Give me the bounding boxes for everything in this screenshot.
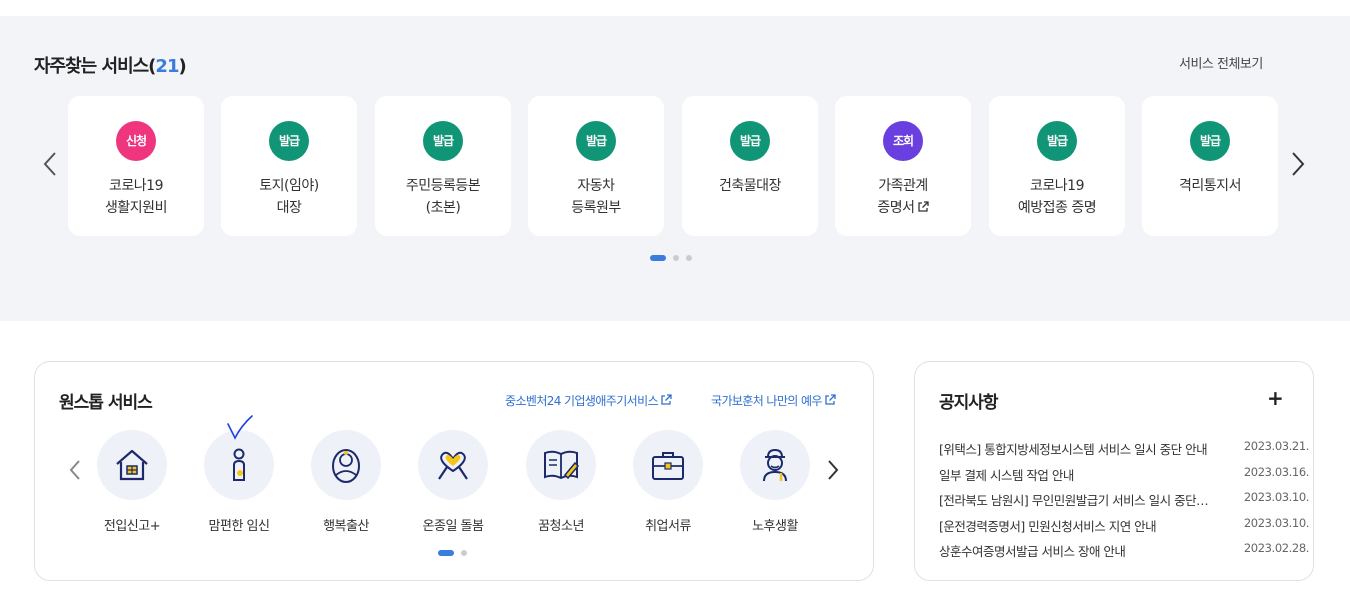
top-strip [0, 0, 1350, 16]
pagination-dot[interactable] [438, 550, 454, 556]
notice-list: [위택스] 통합지방세정보시스템 서비스 일시 중단 안내 2023.03.21.… [939, 439, 1309, 567]
onestop-icon-circle [526, 430, 596, 500]
notice-item[interactable]: 상훈수여증명서발급 서비스 장애 안내 2023.02.28. [939, 541, 1309, 567]
heart-ribbon-icon [438, 451, 468, 480]
notice-item-title: 일부 결제 시스템 작업 안내 [939, 467, 1074, 483]
onestop-item-move-in[interactable]: 전입신고+ [87, 430, 177, 534]
onestop-title: 원스톱 서비스 [59, 393, 153, 413]
pagination-dot[interactable] [650, 255, 666, 261]
onestop-item-youth[interactable]: 꿈청소년 [516, 430, 606, 534]
onestop-icon-circle [311, 430, 381, 500]
frequent-service-card[interactable]: 발급코로나19 예방접종 증명 [989, 96, 1125, 236]
notice-item[interactable]: [위택스] 통합지방세정보시스템 서비스 일시 중단 안내 2023.03.21. [939, 439, 1309, 465]
frequent-service-card[interactable]: 발급자동차 등록원부 [528, 96, 664, 236]
notice-item[interactable]: [전라북도 남원시] 무인민원발급기 서비스 일시 중단 안내 2023.03.1… [939, 490, 1309, 516]
onestop-next-button[interactable] [823, 455, 843, 485]
external-link-icon [661, 394, 672, 405]
notice-item[interactable]: [운전경력증명서] 민원신청서비스 지연 안내 2023.03.10. [939, 516, 1309, 542]
pagination-dot[interactable] [461, 550, 467, 556]
onestop-icon-circle [97, 430, 167, 500]
onestop-pagination [438, 550, 467, 556]
onestop-icon-circle [418, 430, 488, 500]
service-type-badge: 조회 [883, 121, 923, 161]
notice-item-date: 2023.03.16. [1243, 464, 1310, 479]
notice-item-title: [운전경력증명서] 민원신청서비스 지연 안내 [939, 518, 1157, 534]
notice-item-title: [위택스] 통합지방세정보시스템 서비스 일시 중단 안내 [939, 442, 1208, 457]
service-card-label: 가족관계 증명서 [877, 178, 929, 216]
elder-icon [763, 448, 787, 482]
view-all-services-link[interactable]: 서비스 전체보기 [1179, 53, 1263, 72]
onestop-icon-circle [633, 430, 703, 500]
onestop-item-job-docs[interactable]: 취업서류 [623, 430, 713, 534]
checkmark-annotation-icon [227, 415, 253, 440]
onestop-icon-circle [740, 430, 810, 500]
baby-icon [332, 449, 360, 483]
onestop-item-label: 꿈청소년 [538, 519, 584, 534]
chevron-right-icon [828, 460, 839, 480]
onestop-item-pregnancy[interactable]: 맘편한 임신 [194, 430, 284, 534]
frequent-service-card[interactable]: 신청코로나19 생활지원비 [68, 96, 204, 236]
notice-item-date: 2023.03.10. [1243, 515, 1310, 530]
external-link-icon [917, 201, 929, 212]
onestop-link-veterans[interactable]: 국가보훈처 나만의 예우 [711, 392, 836, 409]
notice-panel: 공지사항 + [위택스] 통합지방세정보시스템 서비스 일시 중단 안내 2023… [914, 361, 1314, 581]
onestop-item-label: 맘편한 임신 [208, 519, 270, 534]
onestop-item-label: 전입신고+ [103, 519, 161, 534]
service-card-label: 코로나19 예방접종 증명 [1017, 178, 1097, 216]
service-card-label: 자동차 등록원부 [571, 178, 621, 216]
onestop-item-elderly[interactable]: 노후생활 [730, 430, 820, 534]
service-type-badge: 발급 [576, 121, 616, 161]
service-card-label: 토지(임야) 대장 [259, 178, 319, 216]
service-card-label: 코로나19 생활지원비 [105, 178, 167, 216]
chevron-left-icon [69, 460, 80, 480]
notice-item-date: 2023.03.10. [1243, 490, 1310, 504]
onestop-item-birth[interactable]: 행복출산 [301, 430, 391, 534]
onestop-item-label: 행복출산 [323, 519, 369, 534]
briefcase-icon [652, 452, 684, 480]
notice-item-date: 2023.02.28. [1243, 541, 1310, 555]
notice-item-title: 상훈수여증명서발급 서비스 장애 안내 [939, 544, 1126, 559]
frequent-services-title: 자주찾는 서비스(21) [34, 56, 187, 77]
onestop-prev-button[interactable] [65, 455, 85, 485]
service-card-label: 주민등록등본 (초본) [405, 178, 481, 216]
frequent-service-card[interactable]: 발급격리통지서 [1142, 96, 1278, 236]
frequent-service-card[interactable]: 발급주민등록등본 (초본) [375, 96, 511, 236]
onestop-item-label: 노후생활 [752, 519, 798, 534]
service-type-badge: 발급 [1037, 121, 1077, 161]
service-type-badge: 발급 [730, 121, 770, 161]
book-pen-icon [544, 450, 580, 480]
frequent-pagination [650, 255, 692, 261]
onestop-item-label: 온종일 돌봄 [422, 519, 484, 534]
external-link-icon [825, 394, 836, 405]
chevron-left-icon [43, 152, 56, 176]
notice-more-button[interactable]: + [1267, 386, 1284, 410]
chevron-right-icon [1292, 152, 1305, 176]
service-card-label: 건축물대장 [719, 178, 781, 194]
frequent-prev-button[interactable] [40, 149, 60, 179]
notice-item-date: 2023.03.21. [1243, 439, 1310, 453]
service-type-badge: 발급 [269, 121, 309, 161]
frequent-next-button[interactable] [1288, 149, 1308, 179]
onestop-item-care[interactable]: 온종일 돌봄 [408, 430, 498, 534]
notice-item[interactable]: 일부 결제 시스템 작업 안내 2023.03.16. [939, 465, 1309, 491]
frequent-services-section: 자주찾는 서비스(21) 서비스 전체보기 신청 코로나19 생활지원비 발급 토지(… [0, 16, 1350, 321]
notice-title: 공지사항 [939, 393, 999, 413]
notice-item-title: [전라북도 남원시] 무인민원발급기 서비스 일시 중단 안내 [939, 493, 1211, 508]
service-type-badge: 신청 [116, 121, 156, 161]
onestop-item-label: 취업서류 [645, 519, 691, 534]
frequent-service-card[interactable]: 발급건축물대장 [682, 96, 818, 236]
service-type-badge: 발급 [423, 121, 463, 161]
frequent-services-count: 21 [155, 56, 179, 77]
service-card-label: 격리통지서 [1179, 178, 1241, 194]
pagination-dot[interactable] [686, 255, 692, 261]
pagination-dot[interactable] [673, 255, 679, 261]
pregnant-icon [233, 448, 245, 481]
frequent-service-card[interactable]: 발급토지(임야) 대장 [221, 96, 357, 236]
house-icon [116, 449, 148, 481]
frequent-service-card[interactable]: 조회가족관계 증명서 [835, 96, 971, 236]
onestop-panel: 원스톱 서비스 중소벤처24 기업생애주기서비스 국가보훈처 나만의 예우 전입… [34, 361, 874, 581]
service-type-badge: 발급 [1190, 121, 1230, 161]
onestop-link-smes24[interactable]: 중소벤처24 기업생애주기서비스 [505, 392, 672, 409]
